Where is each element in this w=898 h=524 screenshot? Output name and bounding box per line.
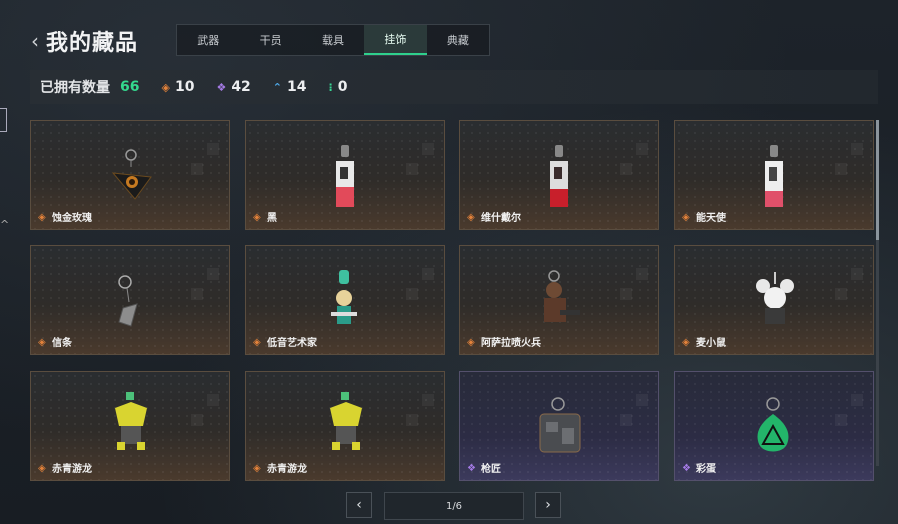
tab-label: 挂饰 [384,33,407,46]
tab-charms[interactable]: 挂饰 [364,25,427,55]
chevron-right-icon: › [545,497,551,513]
charm-name: 维什戴尔 [481,213,521,224]
charm-name: 赤青游龙 [52,464,92,475]
charm-name: 彩蛋 [696,464,716,475]
orange-diamond-icon: ◈ [38,212,46,223]
tab-label: 武器 [197,34,220,47]
charm-name: 麦小鼠 [696,338,726,349]
orange-diamond-icon: ◈ [253,337,261,348]
stat-value: 10 [174,79,195,95]
charm-card[interactable]: ◈ 阿萨拉喷火兵 [459,245,659,355]
next-page-button[interactable]: › [535,492,561,518]
orange-diamond-icon: ◈ [682,212,690,223]
chevron-up-icon: ^ [0,218,10,231]
charm-name: 低音艺术家 [267,338,317,349]
tab-label: 载具 [322,34,345,47]
scrollbar-thumb[interactable] [876,120,879,240]
charm-card[interactable]: ◈ 低音艺术家 [245,245,445,355]
tab-collection[interactable]: 典藏 [427,25,489,55]
charm-card[interactable]: ◈ 赤青游龙 [245,371,445,481]
charm-name: 黑 [267,213,277,224]
owned-total: 66 [120,79,140,95]
stat-purple: ❖ 42 [216,79,250,95]
stat-blue: ⌃ 14 [273,79,307,95]
charm-card[interactable]: ◈ 能天使 [674,120,874,230]
page-indicator: 1/6 [384,492,524,520]
stat-value: 0 [337,79,348,95]
owned-count-bar: 已拥有数量 66 ◈ 10 ❖ 42 ⌃ 14 ⁝ 0 [30,70,878,104]
purple-diamond-icon: ❖ [216,80,227,94]
category-tabs: 武器 干员 载具 挂饰 典藏 [176,24,490,56]
page-header: ‹ 我的藏品 [26,24,138,58]
charm-name: 赤青游龙 [267,464,307,475]
stat-orange: ◈ 10 [161,79,194,95]
charm-card[interactable]: ◈ 维什戴尔 [459,120,659,230]
stat-value: 14 [287,79,307,95]
orange-diamond-icon: ◈ [682,337,690,348]
blue-chevron-icon: ⌃ [272,80,283,94]
charm-card[interactable]: ◈ 黑 [245,120,445,230]
orange-diamond-icon: ◈ [38,337,46,348]
tab-vehicles[interactable]: 载具 [302,25,364,55]
orange-diamond-icon: ◈ [467,212,475,223]
page-title: 我的藏品 [46,31,139,56]
charm-grid: ◈ 蚀金玫瑰 ◈ 黑 ◈ 维什戴尔 ◈ 能天使 ◈ 信条 ◈ 低音艺术家 ◈ 阿… [30,120,874,481]
orange-diamond-icon: ◈ [161,80,170,94]
grid-scrollbar[interactable] [876,120,879,466]
tab-operators[interactable]: 干员 [239,25,301,55]
prev-page-button[interactable]: ‹ [346,492,372,518]
chevron-left-icon: ‹ [356,497,362,513]
charm-card[interactable]: ❖ 彩蛋 [674,371,874,481]
charm-name: 蚀金玫瑰 [52,213,92,224]
side-handle[interactable] [0,108,7,132]
orange-diamond-icon: ◈ [467,337,475,348]
charm-card[interactable]: ◈ 麦小鼠 [674,245,874,355]
chevron-left-icon: ‹ [31,29,39,53]
stat-green: ⁝ 0 [329,79,348,95]
tab-label: 干员 [259,34,282,47]
back-button[interactable]: ‹ [26,26,44,56]
tab-label: 典藏 [446,34,469,47]
charm-card[interactable]: ◈ 信条 [30,245,230,355]
charm-name: 能天使 [696,213,726,224]
tab-weapons[interactable]: 武器 [177,25,239,55]
orange-diamond-icon: ◈ [253,212,261,223]
page-text: 1/6 [445,500,463,512]
green-dots-icon: ⁝ [328,80,333,94]
owned-label: 已拥有数量 [40,80,110,96]
charm-card[interactable]: ❖ 枪匠 [459,371,659,481]
charm-name: 阿萨拉喷火兵 [481,338,541,349]
charm-name: 信条 [52,338,72,349]
orange-diamond-icon: ◈ [253,463,261,474]
orange-diamond-icon: ◈ [38,463,46,474]
purple-diamond-icon: ❖ [682,463,691,474]
charm-card[interactable]: ◈ 赤青游龙 [30,371,230,481]
stat-value: 42 [231,79,251,95]
purple-diamond-icon: ❖ [467,463,476,474]
charm-card[interactable]: ◈ 蚀金玫瑰 [30,120,230,230]
charm-name: 枪匠 [481,464,501,475]
